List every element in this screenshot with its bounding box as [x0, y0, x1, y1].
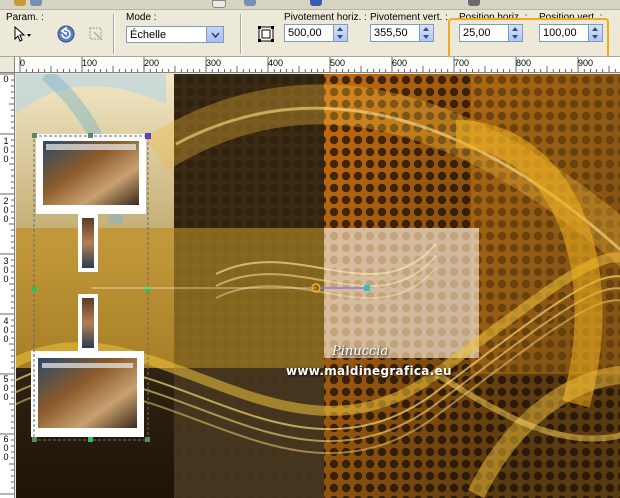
spin-arrows-icon[interactable] — [419, 25, 433, 41]
toolbar-icon[interactable] — [310, 0, 322, 6]
rot-h-input[interactable]: 500,00 — [284, 24, 348, 42]
deform-frame-icon[interactable] — [256, 24, 276, 44]
ruler-label: 400 — [268, 58, 284, 68]
toolbar-icon[interactable] — [30, 0, 42, 6]
ruler-label: 200 — [144, 58, 160, 68]
apply-transform-icon[interactable] — [86, 24, 106, 44]
ruler-label: 5 0 0 — [3, 374, 9, 402]
toolbar-icon[interactable] — [14, 0, 26, 6]
rot-h-label: Pivotement horiz. : — [284, 12, 367, 23]
ruler-label: 1 0 0 — [3, 136, 9, 164]
ruler-label: 900 — [578, 58, 594, 68]
vertical-ruler[interactable]: 0 1 0 0 2 0 0 3 0 0 4 0 0 5 0 0 6 0 0 — [0, 57, 15, 498]
ruler-label: 0 — [20, 58, 26, 68]
ruler-label: 6 0 0 — [3, 434, 9, 462]
ruler-label: 600 — [392, 58, 408, 68]
ruler-label: 2 0 0 — [3, 196, 9, 224]
ruler-label: 0 — [3, 74, 9, 84]
ruler-label: 700 — [454, 58, 470, 68]
ruler-label: 3 0 0 — [3, 256, 9, 284]
position-highlight-box — [448, 18, 609, 59]
reset-icon[interactable] — [56, 24, 76, 44]
param-label: Param. : — [6, 12, 44, 23]
spin-arrows-icon[interactable] — [333, 25, 347, 41]
rot-v-value: 355,50 — [374, 27, 408, 39]
ruler-label: 4 0 0 — [3, 316, 9, 344]
ruler-corner — [0, 57, 15, 73]
horizontal-ruler[interactable]: 0 100 200 300 400 500 600 700 800 900 — [14, 57, 620, 73]
ruler-label: 800 — [516, 58, 532, 68]
ruler-label: 300 — [206, 58, 222, 68]
arrow-cursor-icon[interactable] — [12, 25, 32, 45]
watermark-url: www.maldinegrafica.eu — [286, 364, 452, 378]
toolbar-icon[interactable] — [468, 0, 480, 6]
mode-select[interactable]: Échelle — [126, 26, 224, 43]
upper-toolbar-strip — [0, 0, 620, 10]
rot-v-label: Pivotement vert. : — [370, 12, 448, 23]
chevron-down-icon[interactable] — [206, 27, 223, 42]
rot-h-value: 500,00 — [288, 27, 322, 39]
toolbar-icon[interactable] — [244, 0, 256, 6]
mode-value: Échelle — [130, 29, 167, 41]
tool-options-bar: Param. : Mode : Échelle Pivotement horiz… — [0, 10, 620, 59]
ruler-label: 100 — [82, 58, 98, 68]
toolbar-icon[interactable] — [212, 0, 226, 8]
watermark-name: Pinuccia — [332, 344, 389, 359]
mode-label: Mode : — [126, 12, 157, 23]
canvas-artwork — [16, 74, 620, 498]
image-canvas[interactable]: Pinuccia www.maldinegrafica.eu — [16, 74, 620, 498]
rot-v-input[interactable]: 355,50 — [370, 24, 434, 42]
ruler-label: 500 — [330, 58, 346, 68]
